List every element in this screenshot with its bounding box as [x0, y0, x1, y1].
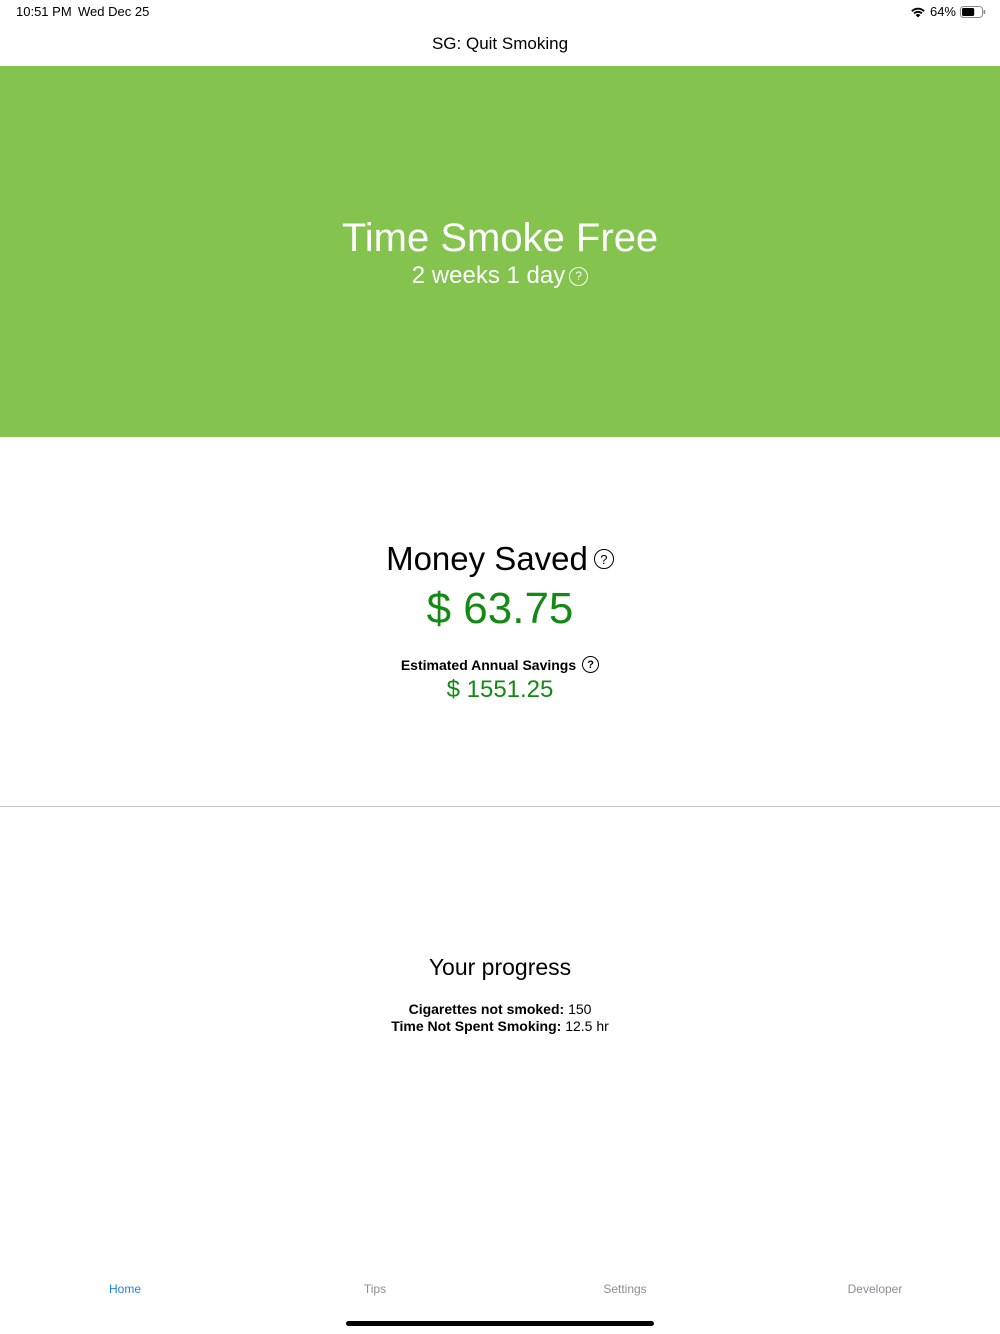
time-not-spent-smoking-value: 12.5 hr: [565, 1018, 609, 1034]
help-icon[interactable]: ?: [569, 266, 589, 286]
battery-icon: [960, 5, 986, 18]
time-smoke-free-panel: Time Smoke Free 2 weeks 1 day ?: [0, 66, 1000, 437]
cigarettes-not-smoked: Cigarettes not smoked: 150: [0, 1001, 1000, 1017]
money-saved-value: $ 63.75: [426, 584, 574, 633]
money-saved-title-row: Money Saved ?: [0, 540, 1000, 578]
status-bar: 10:51 PM Wed Dec 25 64%: [0, 0, 1000, 24]
home-indicator[interactable]: [346, 1321, 654, 1326]
status-date: Wed Dec 25: [78, 4, 150, 19]
annual-savings-label: Estimated Annual Savings: [400, 656, 577, 673]
home-screen: 10:51 PM Wed Dec 25 64% SG: Quit Smoking: [0, 0, 1000, 1334]
navigation-title: SG: Quit Smoking: [431, 34, 569, 53]
status-indicators: 64%: [910, 4, 986, 19]
section-divider: [0, 806, 1000, 807]
tab-bar: Home Tips Settings Developer: [0, 1278, 1000, 1302]
time-not-spent-smoking-label: Time Not Spent Smoking:: [391, 1018, 562, 1034]
time-smoke-free-title: Time Smoke Free: [341, 216, 659, 260]
cigarettes-not-smoked-value: 150: [568, 1001, 592, 1017]
time-not-spent-smoking: Time Not Spent Smoking: 12.5 hr: [0, 1018, 1000, 1034]
tab-developer[interactable]: Developer: [750, 1278, 1000, 1302]
money-saved-title: Money Saved: [386, 540, 588, 577]
time-smoke-free-duration: 2 weeks 1 day: [411, 262, 566, 289]
battery-percent: 64%: [929, 4, 956, 19]
annual-savings-value: $ 1551.25: [446, 676, 554, 703]
help-icon[interactable]: ?: [582, 656, 600, 673]
cigarettes-not-smoked-label: Cigarettes not smoked:: [408, 1001, 565, 1017]
wifi-icon: [910, 6, 926, 18]
progress-title: Your progress: [428, 954, 572, 980]
tab-tips[interactable]: Tips: [250, 1278, 500, 1302]
annual-savings-label-row: Estimated Annual Savings ?: [0, 656, 1000, 673]
time-smoke-free-duration-row: 2 weeks 1 day ?: [0, 262, 1000, 290]
tab-home[interactable]: Home: [0, 1278, 250, 1302]
status-time: 10:51 PM: [16, 4, 72, 19]
tab-settings[interactable]: Settings: [500, 1278, 750, 1302]
help-icon[interactable]: ?: [593, 549, 614, 569]
